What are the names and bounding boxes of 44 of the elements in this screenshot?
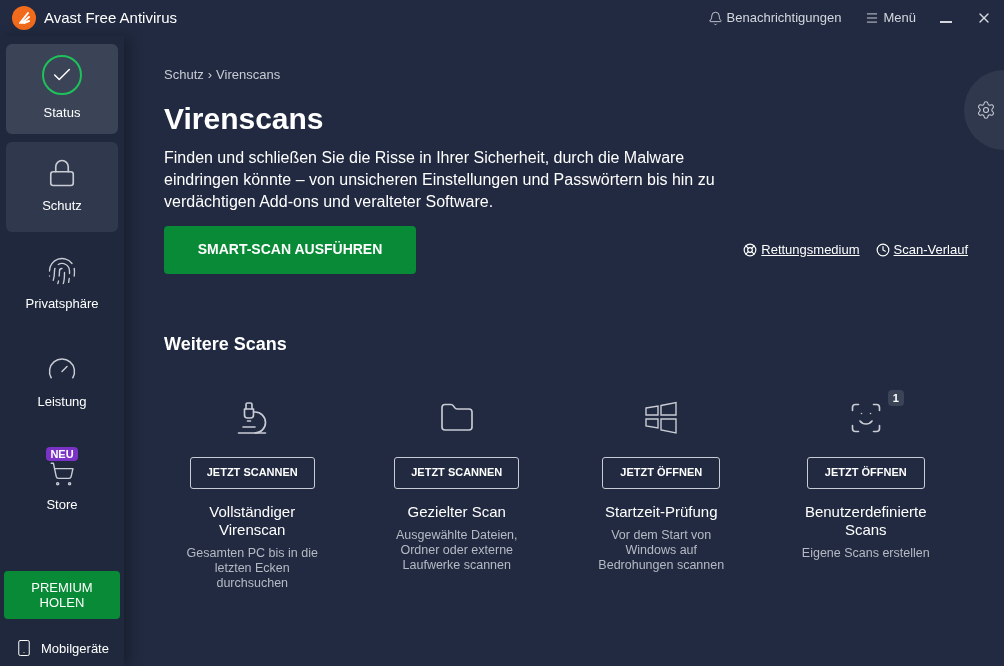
scan-description: Ausgewählte Dateien, Ordner oder externe Laufwerke scannen [394, 527, 519, 573]
sidebar-item[interactable]: Leistung [6, 338, 118, 428]
menu-icon [865, 11, 880, 25]
rescue-disk-link[interactable]: Rettungsmedium [743, 239, 860, 260]
scan-title: Startzeit-Prüfung [603, 502, 719, 521]
menu-button[interactable]: Menü [865, 8, 916, 28]
window-title: Avast Free Antivirus [44, 7, 178, 28]
breadcrumb-item: Virenscans [216, 66, 281, 84]
premium-button[interactable]: PREMIUM HOLEN [4, 570, 120, 619]
section-title: Weitere Scans [164, 332, 288, 356]
mobile-devices-link[interactable]: Mobilgeräte [15, 638, 109, 658]
scan-title: Gezielter Scan [406, 502, 507, 521]
sidebar-item[interactable]: Status [6, 44, 118, 134]
scan-action-button[interactable]: JETZT SCANNEN [394, 456, 520, 489]
count-badge: 1 [887, 389, 904, 406]
sidebar-item[interactable]: Privatsphäre [6, 240, 118, 330]
scan-description: Gesamten PC bis in die letzten Ecken durchsuchen [185, 545, 319, 591]
scan-action-button[interactable]: JETZT ÖFFNEN [806, 456, 925, 489]
breadcrumb-separator: › [207, 66, 213, 84]
notifications-button[interactable]: Benachrichtigungen [707, 8, 842, 28]
page-title: Virenscans [164, 100, 325, 137]
scan-description: Eigene Scans erstellen [800, 545, 931, 561]
scan-description: Vor dem Start von Windows auf Bedrohungen scannen [597, 527, 726, 573]
scan-history-link[interactable]: Scan-Verlauf [875, 239, 968, 260]
scan-action-button[interactable]: JETZT ÖFFNEN [602, 456, 721, 489]
fingerprint-icon [47, 256, 77, 287]
page-description: Finden und schließen Sie die Risse in Ihrer Sicherheit, durch die Malware eindringen könnte – von unsicheren Einstellungen und Passwörtern bis hin zu verdächtigen Add-ons und veralteter Software. [164, 147, 716, 212]
lifebuoy-icon [743, 242, 758, 257]
clock-icon [875, 242, 890, 257]
minimize-icon [940, 21, 952, 23]
windows-icon [644, 400, 679, 435]
bell-icon [707, 10, 723, 26]
cart-icon [49, 461, 75, 488]
scan-action-button[interactable]: JETZT SCANNEN [189, 456, 315, 489]
smart-scan-button[interactable]: SMART-SCAN AUSFÜHREN [164, 225, 416, 274]
app-logo-icon [12, 6, 36, 30]
scan-title: Benutzerdefinierte Scans [803, 502, 928, 539]
sidebar-item[interactable]: NEU Store [6, 436, 118, 526]
new-badge: NEU [46, 447, 78, 462]
lock-icon [47, 158, 77, 189]
sidebar-item[interactable]: Schutz [6, 142, 118, 232]
breadcrumb-item[interactable]: Schutz [164, 65, 204, 85]
settings-icon [976, 100, 996, 120]
scan-title: Vollständiger Virenscan [208, 502, 297, 539]
